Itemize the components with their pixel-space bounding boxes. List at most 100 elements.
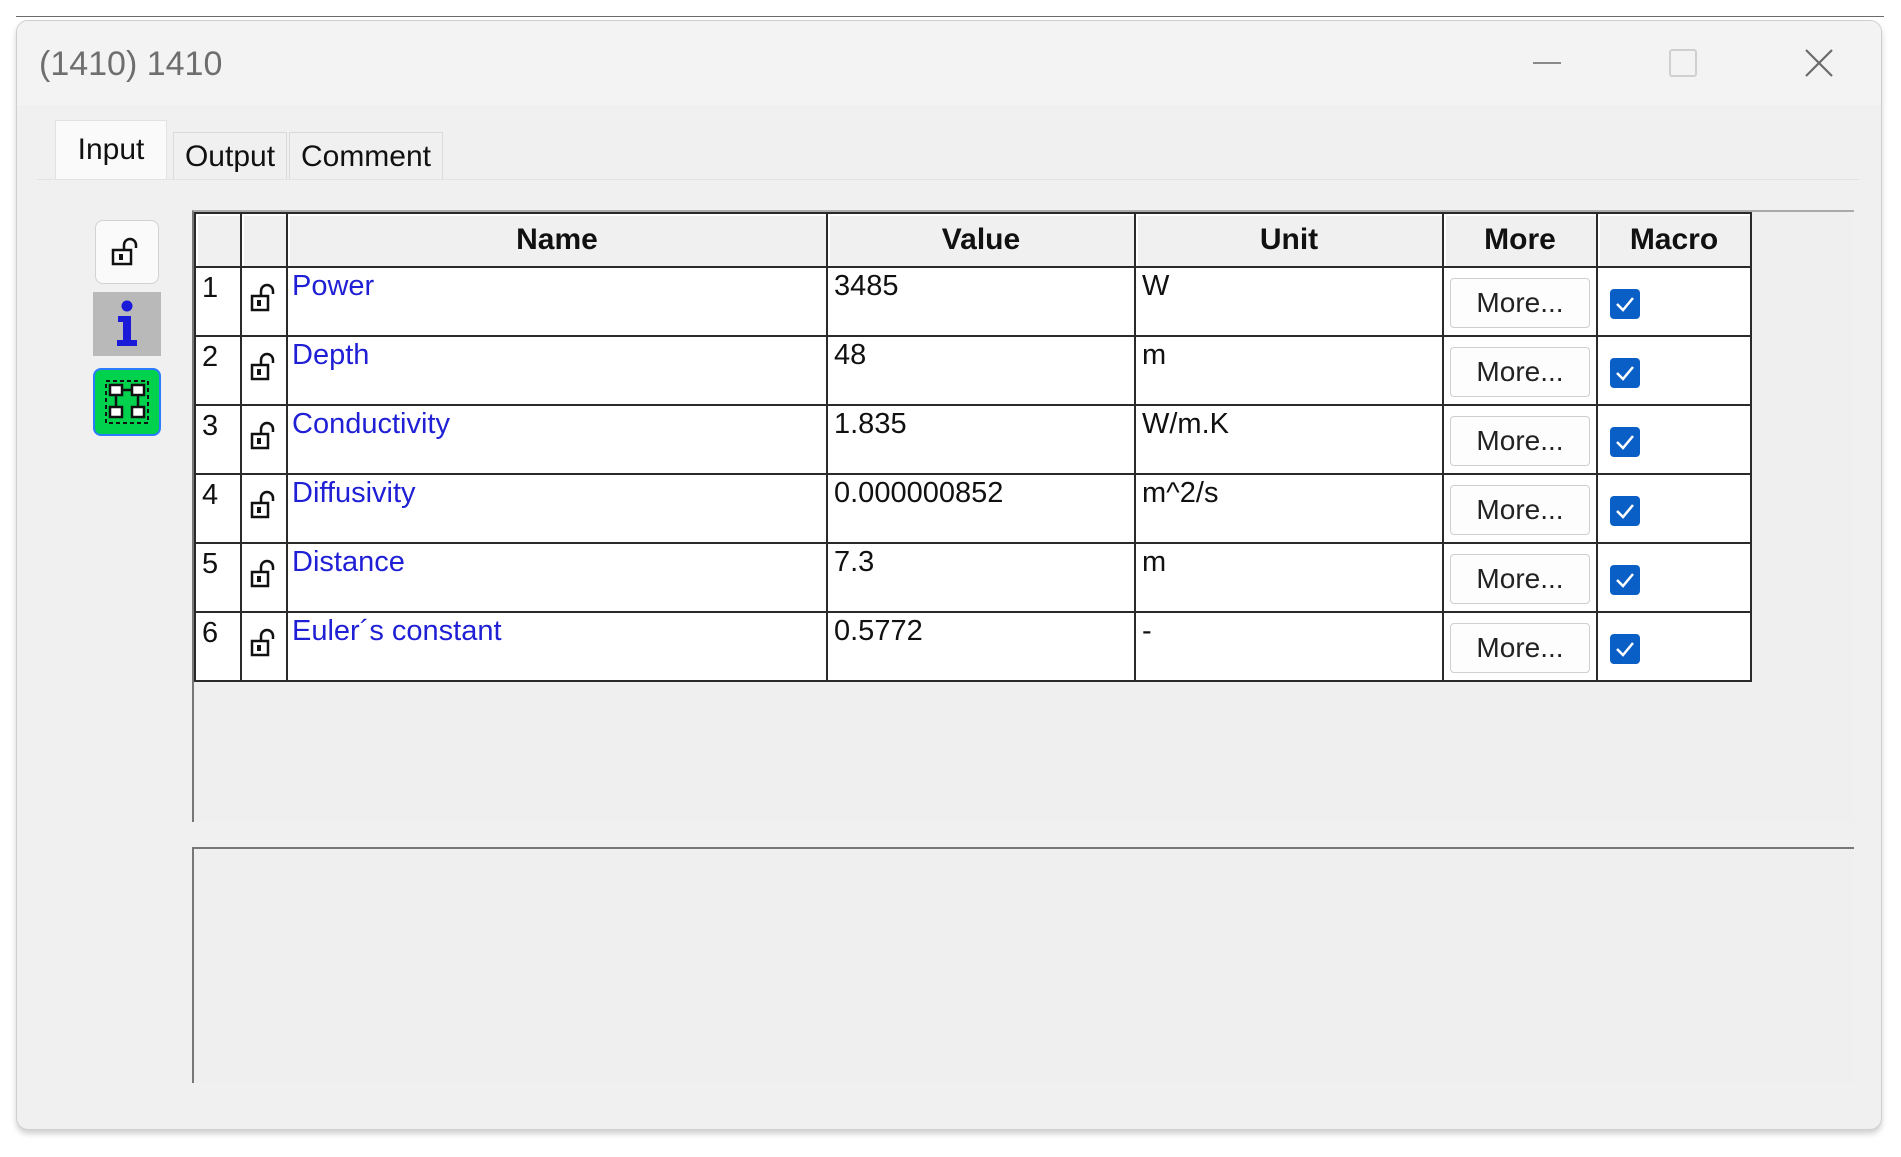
more-button[interactable]: More... [1450,416,1590,466]
more-button[interactable]: More... [1450,278,1590,328]
description-box[interactable] [192,847,1854,1083]
header-more[interactable]: More [1442,212,1598,268]
row-name[interactable]: Conductivity [286,404,828,475]
row-more-cell: More... [1442,335,1598,406]
header-name[interactable]: Name [286,212,828,268]
lock-icon [111,237,138,266]
row-number: 3 [194,404,242,475]
macro-checkbox[interactable] [1610,357,1640,388]
input-panel: Name Value Unit More Macro 1 Power 3485 … [37,179,1859,1120]
macro-checkbox[interactable] [1610,564,1640,595]
maximize-button[interactable] [1653,35,1713,91]
check-icon [1616,434,1634,450]
row-value[interactable]: 7.3 [826,542,1136,613]
row-lock-cell[interactable] [240,335,288,406]
info-icon [117,300,137,346]
lock-icon [250,490,275,518]
more-button[interactable]: More... [1450,623,1590,673]
tab-comment[interactable]: Comment [289,132,443,181]
table-row: 3 Conductivity 1.835 W/m.K More... [194,404,1752,475]
row-lock-cell[interactable] [240,473,288,544]
table-row: 5 Distance 7.3 m More... [194,542,1752,613]
row-lock-cell[interactable] [240,611,288,682]
lock-icon [250,283,275,311]
row-more-cell: More... [1442,473,1598,544]
row-unit[interactable]: W [1134,266,1444,337]
row-more-cell: More... [1442,404,1598,475]
row-unit[interactable]: m^2/s [1134,473,1444,544]
minimize-icon [1533,62,1561,64]
close-button[interactable] [1789,35,1849,91]
row-unit[interactable]: m [1134,335,1444,406]
row-macro-cell [1596,542,1752,613]
row-name[interactable]: Diffusivity [286,473,828,544]
row-value[interactable]: 1.835 [826,404,1136,475]
dialog-window: (1410) 1410 Input Output Comment Name Va… [16,20,1882,1130]
lock-icon [250,352,275,380]
macro-checkbox[interactable] [1610,495,1640,526]
macro-checkbox[interactable] [1610,633,1640,664]
check-icon [1616,641,1634,657]
row-name[interactable]: Euler´s constant [286,611,828,682]
row-more-cell: More... [1442,611,1598,682]
header-macro[interactable]: Macro [1596,212,1752,268]
row-name[interactable]: Power [286,266,828,337]
more-button[interactable]: More... [1450,554,1590,604]
row-name[interactable]: Distance [286,542,828,613]
info-button[interactable] [93,292,161,356]
row-unit[interactable]: W/m.K [1134,404,1444,475]
row-name[interactable]: Depth [286,335,828,406]
row-macro-cell [1596,266,1752,337]
header-row-number [194,212,242,268]
row-value[interactable]: 3485 [826,266,1136,337]
check-icon [1616,365,1634,381]
row-unit[interactable]: m [1134,542,1444,613]
row-number: 5 [194,542,242,613]
macro-checkbox[interactable] [1610,288,1640,319]
row-lock-cell[interactable] [240,542,288,613]
more-button[interactable]: More... [1450,485,1590,535]
row-number: 2 [194,335,242,406]
lock-icon [250,628,275,656]
row-macro-cell [1596,611,1752,682]
table-row: 2 Depth 48 m More... [194,335,1752,406]
row-macro-cell [1596,473,1752,544]
tab-output[interactable]: Output [173,132,287,181]
network-icon [105,380,149,424]
window-title: (1410) 1410 [39,45,223,83]
close-icon [1805,49,1833,77]
header-unit[interactable]: Unit [1134,212,1444,268]
network-view-button[interactable] [93,368,161,436]
lock-icon [250,559,275,587]
row-more-cell: More... [1442,266,1598,337]
lock-icon [250,421,275,449]
parameter-grid: Name Value Unit More Macro 1 Power 3485 … [194,212,1752,682]
lock-toggle-button[interactable] [95,220,159,284]
title-bar: (1410) 1410 [17,21,1881,105]
maximize-icon [1669,49,1697,77]
table-row: 6 Euler´s constant 0.5772 - More... [194,611,1752,682]
row-lock-cell[interactable] [240,404,288,475]
row-number: 1 [194,266,242,337]
table-row: 4 Diffusivity 0.000000852 m^2/s More... [194,473,1752,544]
row-unit[interactable]: - [1134,611,1444,682]
row-value[interactable]: 0.5772 [826,611,1136,682]
grid-header-row: Name Value Unit More Macro [194,212,1752,268]
row-value[interactable]: 0.000000852 [826,473,1136,544]
row-number: 4 [194,473,242,544]
check-icon [1616,503,1634,519]
row-value[interactable]: 48 [826,335,1136,406]
minimize-button[interactable] [1517,35,1577,91]
parameter-grid-area: Name Value Unit More Macro 1 Power 3485 … [192,210,1854,822]
row-macro-cell [1596,335,1752,406]
macro-checkbox[interactable] [1610,426,1640,457]
check-icon [1616,296,1634,312]
row-more-cell: More... [1442,542,1598,613]
row-lock-cell[interactable] [240,266,288,337]
header-value[interactable]: Value [826,212,1136,268]
header-lock [240,212,288,268]
row-number: 6 [194,611,242,682]
more-button[interactable]: More... [1450,347,1590,397]
table-row: 1 Power 3485 W More... [194,266,1752,337]
tab-input[interactable]: Input [55,120,167,179]
